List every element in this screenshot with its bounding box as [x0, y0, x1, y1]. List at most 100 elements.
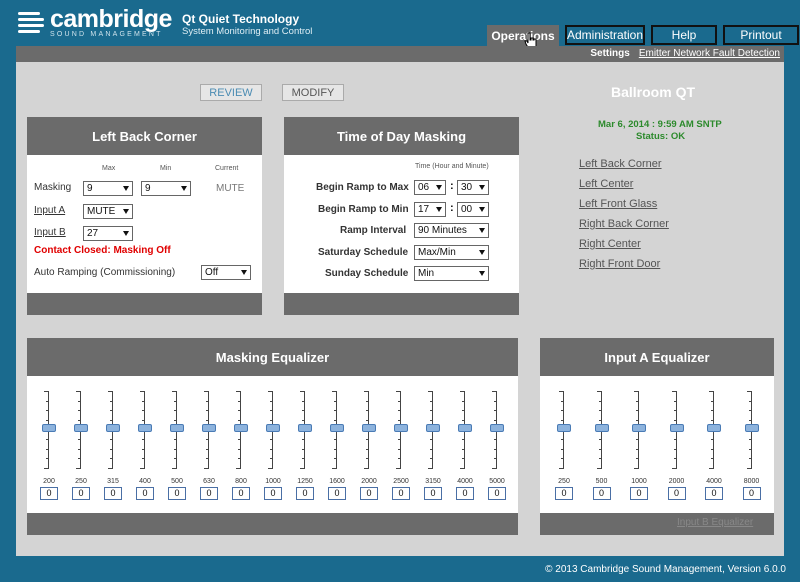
eq-value-input[interactable]: 0 — [104, 487, 122, 500]
review-button[interactable]: REVIEW — [200, 84, 262, 101]
slider-thumb[interactable] — [458, 424, 472, 432]
slider-thumb[interactable] — [138, 424, 152, 432]
input-a-equalizer-panel: Input A Equalizer 250 0 500 0 1000 0 2000 0 4000… — [540, 338, 774, 535]
slider-thumb[interactable] — [74, 424, 88, 432]
tab-operations[interactable]: Operations — [487, 25, 559, 46]
slider-thumb[interactable] — [632, 424, 646, 432]
sunday-schedule-select[interactable]: Min — [414, 266, 489, 281]
eq-value-input[interactable]: 0 — [72, 487, 90, 500]
auto-ramping-select[interactable]: Off — [201, 265, 251, 280]
eq-slider[interactable] — [74, 391, 88, 469]
eq-value-input[interactable]: 0 — [232, 487, 250, 500]
masking-max-select[interactable]: 9 — [83, 181, 133, 196]
eq-slider[interactable] — [234, 391, 248, 469]
eq-value-input[interactable]: 0 — [200, 487, 218, 500]
slider-thumb[interactable] — [744, 424, 759, 432]
slider-thumb[interactable] — [42, 424, 56, 432]
eq-slider[interactable] — [362, 391, 376, 469]
eq-value-input[interactable]: 0 — [392, 487, 410, 500]
eq-value-input[interactable]: 0 — [40, 487, 58, 500]
slider-thumb[interactable] — [426, 424, 440, 432]
eq-slider[interactable] — [632, 391, 646, 469]
ramp-min-hour-select[interactable]: 17 — [414, 202, 446, 217]
eq-slider[interactable] — [458, 391, 472, 469]
slider-thumb[interactable] — [490, 424, 504, 432]
zone-link[interactable]: Left Center — [579, 178, 633, 190]
col-current-header: Current — [215, 165, 239, 172]
eq-slider[interactable] — [170, 391, 184, 469]
slider-thumb[interactable] — [594, 424, 609, 432]
eq-frequency-label: 4000 — [457, 478, 473, 485]
input-b-link[interactable]: Input B — [34, 227, 66, 238]
tab-printout[interactable]: Printout — [723, 25, 799, 45]
panel-footer-bar — [27, 513, 518, 535]
eq-value-input[interactable]: 0 — [168, 487, 186, 500]
eq-value-input[interactable]: 0 — [592, 487, 611, 500]
slider-thumb[interactable] — [202, 424, 216, 432]
ramp-min-minute-select[interactable]: 00 — [457, 202, 489, 217]
eq-frequency-label: 250 — [558, 478, 570, 485]
tab-help[interactable]: Help — [651, 25, 717, 45]
slider-thumb[interactable] — [330, 424, 344, 432]
subnav-emitter-fault[interactable]: Emitter Network Fault Detection — [639, 48, 780, 59]
eq-slider[interactable] — [594, 391, 609, 469]
input-b-select[interactable]: 27 — [83, 226, 133, 241]
eq-value-input[interactable]: 0 — [328, 487, 346, 500]
eq-frequency-label: 2500 — [393, 478, 409, 485]
eq-slider[interactable] — [202, 391, 216, 469]
brand-logo[interactable]: cambridge SOUND MANAGEMENT — [18, 7, 172, 38]
slider-thumb[interactable] — [362, 424, 376, 432]
ramp-max-hour-select[interactable]: 06 — [414, 180, 446, 195]
zone-settings-panel: Left Back Corner Max Min Current Masking… — [27, 117, 262, 315]
eq-value-input[interactable]: 0 — [456, 487, 474, 500]
eq-slider[interactable] — [669, 391, 684, 469]
eq-slider[interactable] — [138, 391, 152, 469]
eq-slider[interactable] — [266, 391, 280, 469]
eq-value-input[interactable]: 0 — [424, 487, 442, 500]
slider-thumb[interactable] — [669, 424, 684, 432]
slider-thumb[interactable] — [170, 424, 184, 432]
eq-slider[interactable] — [394, 391, 408, 469]
slider-thumb[interactable] — [707, 424, 721, 432]
input-a-select[interactable]: MUTE — [83, 204, 133, 219]
eq-slider[interactable] — [490, 391, 504, 469]
eq-slider[interactable] — [426, 391, 440, 469]
slider-thumb[interactable] — [394, 424, 408, 432]
slider-thumb[interactable] — [298, 424, 312, 432]
masking-min-select[interactable]: 9 — [141, 181, 191, 196]
slider-thumb[interactable] — [266, 424, 280, 432]
eq-value-input[interactable]: 0 — [136, 487, 154, 500]
eq-slider[interactable] — [298, 391, 312, 469]
zone-link[interactable]: Right Back Corner — [579, 218, 669, 230]
eq-value-input[interactable]: 0 — [488, 487, 506, 500]
eq-slider[interactable] — [42, 391, 56, 469]
eq-value-input[interactable]: 0 — [296, 487, 314, 500]
input-b-equalizer-link[interactable]: Input B Equalizer — [677, 517, 753, 528]
eq-value-input[interactable]: 0 — [667, 487, 686, 500]
zone-link[interactable]: Left Front Glass — [579, 198, 657, 210]
ramp-max-minute-select[interactable]: 30 — [457, 180, 489, 195]
slider-thumb[interactable] — [557, 424, 571, 432]
eq-value-input[interactable]: 0 — [360, 487, 378, 500]
eq-slider[interactable] — [330, 391, 344, 469]
modify-button[interactable]: MODIFY — [282, 84, 344, 101]
eq-slider[interactable] — [744, 391, 759, 469]
input-a-link[interactable]: Input A — [34, 205, 65, 216]
zone-link[interactable]: Right Center — [579, 238, 641, 250]
eq-value-input[interactable]: 0 — [264, 487, 282, 500]
eq-slider[interactable] — [707, 391, 721, 469]
tab-administration[interactable]: Administration — [565, 25, 645, 45]
subnav-settings[interactable]: Settings — [590, 48, 629, 59]
eq-value-input[interactable]: 0 — [555, 487, 573, 500]
eq-value-input[interactable]: 0 — [630, 487, 648, 500]
zone-link[interactable]: Right Front Door — [579, 258, 660, 270]
eq-slider[interactable] — [557, 391, 571, 469]
eq-value-input[interactable]: 0 — [742, 487, 761, 500]
slider-thumb[interactable] — [106, 424, 120, 432]
eq-value-input[interactable]: 0 — [705, 487, 723, 500]
ramp-interval-select[interactable]: 90 Minutes — [414, 223, 489, 238]
eq-slider[interactable] — [106, 391, 120, 469]
zone-link[interactable]: Left Back Corner — [579, 158, 662, 170]
saturday-schedule-select[interactable]: Max/Min — [414, 245, 489, 260]
slider-thumb[interactable] — [234, 424, 248, 432]
